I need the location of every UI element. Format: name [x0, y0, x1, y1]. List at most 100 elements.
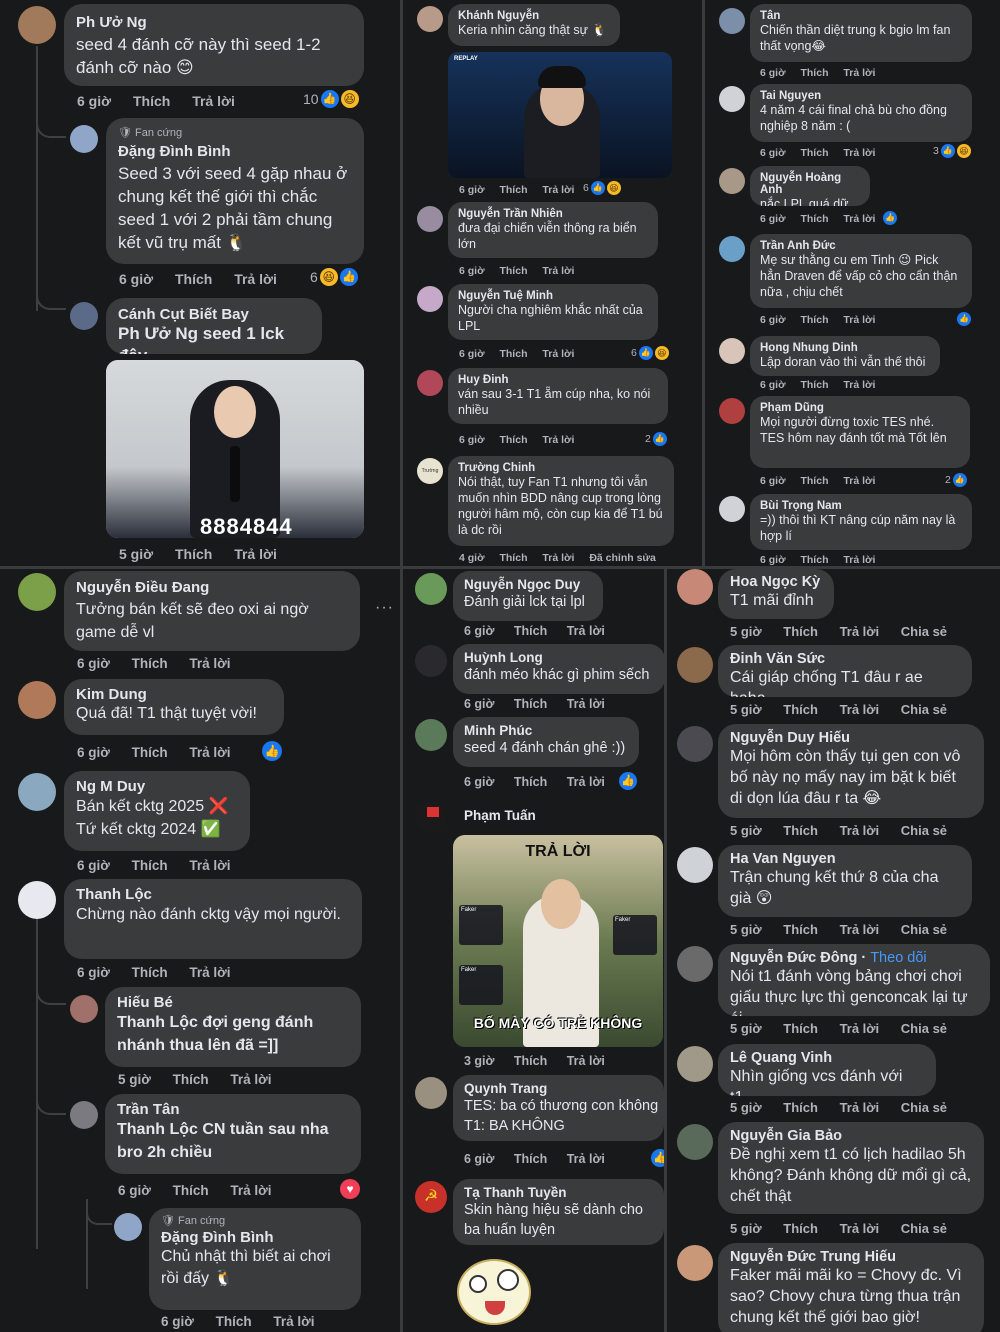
time-link[interactable]: 6 giờ — [760, 554, 786, 566]
time-link[interactable]: 5 giờ — [730, 702, 762, 717]
reaction-summary[interactable]: 👍 — [619, 772, 637, 790]
avatar[interactable] — [18, 6, 56, 44]
share-button[interactable]: Chia sẻ — [901, 1221, 947, 1236]
like-button[interactable]: Thích — [499, 434, 527, 446]
reply-button[interactable]: Trả lời — [843, 475, 875, 487]
reply-button[interactable]: Trả lời — [230, 1183, 271, 1198]
avatar[interactable] — [677, 569, 713, 605]
reply-button[interactable]: Trả lời — [542, 552, 574, 564]
like-button[interactable]: Thích — [216, 1314, 252, 1329]
more-options-icon[interactable]: ··· — [375, 599, 394, 617]
share-button[interactable]: Chia sẻ — [901, 1021, 947, 1036]
reaction-summary[interactable]: 6 😆 👍 — [310, 268, 358, 286]
time-link[interactable]: 6 giờ — [760, 475, 786, 487]
comment-author[interactable]: Nguyễn Duy Hiếu — [730, 730, 972, 746]
share-button[interactable]: Chia sẻ — [901, 624, 947, 639]
comment-author[interactable]: Ha Van Nguyen — [730, 851, 960, 867]
like-button[interactable]: Thích — [800, 379, 828, 391]
time-link[interactable]: 6 giờ — [760, 379, 786, 391]
comment-author[interactable]: Thanh Lộc — [76, 886, 350, 903]
avatar[interactable]: Trường Chinh — [417, 458, 443, 484]
time-link[interactable]: 5 giờ — [730, 1221, 762, 1236]
reaction-summary[interactable]: 2 👍 — [645, 432, 667, 446]
time-link[interactable]: 5 giờ — [730, 922, 762, 937]
comment-author[interactable]: Tạ Thanh Tuyền — [464, 1185, 653, 1200]
reaction-summary[interactable]: 2 👍 — [945, 473, 967, 487]
time-link[interactable]: 6 giờ — [119, 271, 153, 287]
reaction-summary[interactable]: 6 👍 😆 — [583, 181, 621, 195]
avatar[interactable] — [719, 496, 745, 522]
time-link[interactable]: 6 giờ — [77, 656, 110, 671]
time-link[interactable]: 5 giờ — [118, 1072, 151, 1087]
time-link[interactable]: 6 giờ — [760, 147, 786, 159]
reply-button[interactable]: Trả lời — [843, 213, 875, 225]
reply-button[interactable]: Trả lời — [542, 184, 574, 196]
time-link[interactable]: 3 giờ — [464, 1054, 494, 1068]
like-button[interactable]: Thích — [499, 265, 527, 277]
avatar[interactable] — [719, 8, 745, 34]
comment-author[interactable]: Tai Nguyen — [760, 90, 962, 102]
like-button[interactable]: Thích — [499, 184, 527, 196]
avatar[interactable] — [415, 719, 447, 751]
reply-button[interactable]: Trả lời — [189, 656, 230, 671]
comment-author[interactable]: Cánh Cụt Biết Bay — [118, 306, 310, 323]
meme-image[interactable]: Faker Faker Faker TRẢ LỜI BỐ MÀY CÓ TRẺ … — [453, 835, 663, 1047]
like-button[interactable]: Thích — [499, 552, 527, 564]
reaction-summary[interactable]: 👍 — [957, 312, 971, 326]
avatar[interactable] — [719, 86, 745, 112]
comment-author[interactable]: Nguyễn Tuệ Minh — [458, 290, 648, 302]
reply-button[interactable]: Trả lời — [192, 93, 235, 109]
reply-button[interactable]: Trả lời — [189, 858, 230, 873]
time-link[interactable]: 6 giờ — [459, 265, 485, 277]
reply-button[interactable]: Trả lời — [840, 1100, 880, 1115]
reaction-summary[interactable]: 3 👍 😆 — [933, 144, 971, 158]
time-link[interactable]: 6 giờ — [77, 858, 110, 873]
like-button[interactable]: Thích — [175, 546, 212, 562]
reaction-summary[interactable]: ♥ — [340, 1179, 360, 1199]
reply-button[interactable]: Trả lời — [273, 1314, 314, 1329]
comment-author[interactable]: Tân — [760, 10, 962, 22]
avatar[interactable] — [70, 1101, 98, 1129]
reply-button[interactable]: Trả lời — [840, 1221, 880, 1236]
time-link[interactable]: 6 giờ — [459, 348, 485, 360]
reply-button[interactable]: Trả lời — [840, 702, 880, 717]
avatar[interactable] — [677, 847, 713, 883]
avatar[interactable] — [719, 236, 745, 262]
like-button[interactable]: Thích — [514, 697, 547, 711]
avatar[interactable] — [677, 726, 713, 762]
reaction-summary[interactable]: 10 👍 😆 — [303, 90, 359, 108]
like-button[interactable]: Thích — [173, 1183, 209, 1198]
time-link[interactable]: 6 giờ — [760, 314, 786, 326]
comment-image[interactable]: 8884844 — [106, 360, 364, 538]
reply-button[interactable]: Trả lời — [840, 922, 880, 937]
time-link[interactable]: 5 giờ — [730, 1021, 762, 1036]
comment-author[interactable]: Trường Chinh — [458, 462, 664, 474]
time-link[interactable]: 6 giờ — [760, 213, 786, 225]
avatar[interactable] — [417, 286, 443, 312]
like-button[interactable]: Thích — [783, 624, 818, 639]
avatar[interactable] — [677, 946, 713, 982]
comment-author[interactable]: Khánh Nguyễn — [458, 10, 610, 22]
comment-author[interactable]: Phạm Tuấn — [464, 808, 536, 823]
avatar[interactable] — [415, 645, 447, 677]
reply-button[interactable]: Trả lời — [567, 775, 605, 789]
like-button[interactable]: Thích — [783, 1021, 818, 1036]
comment-author[interactable]: Ph Ưở Ng — [76, 14, 352, 31]
like-button[interactable]: Thích — [800, 147, 828, 159]
like-button[interactable]: Thích — [514, 624, 547, 638]
time-link[interactable]: 5 giờ — [119, 546, 153, 562]
reaction-summary[interactable]: 👍 — [883, 211, 897, 225]
share-button[interactable]: Chia sẻ — [901, 702, 947, 717]
share-button[interactable]: Chia sẻ — [901, 823, 947, 838]
like-button[interactable]: Thích — [132, 965, 168, 980]
comment-author[interactable]: Nguyễn Trần Nhiên — [458, 208, 648, 220]
comment-author[interactable]: Minh Phúc — [464, 723, 628, 738]
avatar[interactable] — [417, 370, 443, 396]
like-button[interactable]: Thích — [783, 823, 818, 838]
time-link[interactable]: 6 giờ — [459, 184, 485, 196]
comment-author[interactable]: Đinh Văn Sức — [730, 651, 960, 667]
like-button[interactable]: Thích — [514, 1152, 547, 1166]
avatar[interactable] — [677, 1046, 713, 1082]
avatar[interactable] — [677, 1124, 713, 1160]
like-button[interactable]: Thích — [132, 858, 168, 873]
